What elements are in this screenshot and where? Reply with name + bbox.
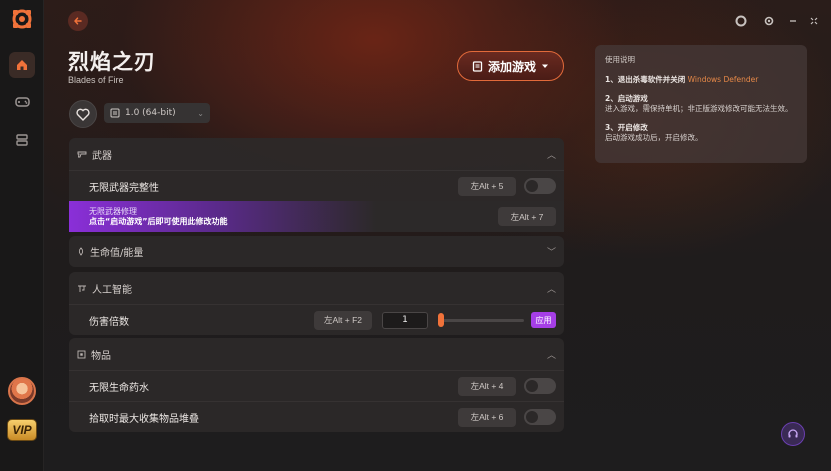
- step-title: 1、退出杀毒软件并关闭: [605, 75, 686, 84]
- cheat-label: 伤害倍数: [89, 316, 129, 328]
- chevron-down-icon: ⌄: [197, 108, 204, 118]
- section-ai-title: 人工智能: [92, 284, 132, 296]
- step-body: 进入游戏，需保持单机；非正版游戏修改可能无法生效。: [605, 104, 793, 113]
- step-title: 2、启动游戏: [605, 94, 648, 103]
- section-items-title: 物品: [91, 350, 111, 362]
- version-select[interactable]: 1.0 (64-bit) ⌄: [104, 103, 210, 123]
- locked-cheat-row: 无限武器修理 点击“启动游戏”后即可使用此修改功能 左Alt + 7: [69, 201, 564, 232]
- hotkey-button[interactable]: 左Alt + 6: [458, 407, 516, 427]
- damage-value-input[interactable]: 1: [382, 311, 428, 329]
- minimize-icon: [790, 20, 796, 22]
- hotkey-button[interactable]: 左Alt + 7: [498, 207, 556, 226]
- section-health-title: 生命值/能量: [90, 248, 144, 259]
- gun-icon: [77, 151, 87, 158]
- ai-icon: [78, 285, 86, 292]
- cheat-label: 无限生命药水: [89, 382, 149, 394]
- stack-icon: [16, 134, 28, 146]
- damage-slider[interactable]: [438, 313, 524, 327]
- instructions-panel: 使用说明 1、退出杀毒软件并关闭 Windows Defender 2、启动游戏…: [595, 45, 807, 163]
- chevron-up-icon: ︿: [546, 284, 556, 295]
- sidebar-item-home[interactable]: [9, 52, 35, 78]
- sidebar: VIP: [0, 0, 44, 471]
- theme-button[interactable]: [733, 13, 749, 29]
- flame-icon: [78, 247, 84, 256]
- hotkey-button[interactable]: 左Alt + 4: [458, 376, 516, 396]
- box-icon: [77, 350, 86, 358]
- platform-icon: [110, 108, 120, 118]
- cheat-label: 拾取时最大收集物品堆叠: [89, 413, 199, 425]
- apply-button[interactable]: 应用: [531, 312, 556, 328]
- hotkey-button[interactable]: 左Alt + F2: [314, 310, 372, 330]
- instruction-step: 1、退出杀毒软件并关闭 Windows Defender: [605, 75, 797, 85]
- section-weapons-title: 武器: [92, 150, 112, 162]
- cheat-row: 无限武器完整性 左Alt + 5: [69, 170, 564, 201]
- circle-icon: [735, 15, 747, 27]
- gamepad-icon: [14, 97, 30, 107]
- cheat-row: 伤害倍数 左Alt + F2 1 应用: [69, 304, 564, 335]
- book-icon: [472, 60, 483, 72]
- cheat-label: 无限武器完整性: [89, 182, 159, 194]
- vip-badge[interactable]: VIP: [7, 419, 37, 441]
- gear-icon: [764, 16, 774, 26]
- sidebar-item-games[interactable]: [9, 89, 35, 115]
- section-items-header[interactable]: 物品 ︿: [69, 338, 564, 370]
- headset-icon: [788, 429, 798, 438]
- cheat-row: 无限生命药水 左Alt + 4: [69, 370, 564, 401]
- settings-button[interactable]: [761, 13, 777, 29]
- caret-down-icon: [542, 64, 548, 68]
- home-icon: [17, 60, 27, 70]
- favorite-button[interactable]: [69, 100, 97, 128]
- app-logo-icon[interactable]: [11, 8, 33, 30]
- instruction-step: 2、启动游戏 进入游戏，需保持单机；非正版游戏修改可能无法生效。: [605, 94, 797, 114]
- minimize-button[interactable]: [785, 13, 801, 29]
- sidebar-item-library[interactable]: [9, 127, 35, 153]
- collapse-icon: [810, 17, 818, 25]
- cheat-toggle[interactable]: [524, 178, 556, 194]
- cheat-toggle[interactable]: [524, 378, 556, 394]
- slider-thumb[interactable]: [438, 313, 444, 327]
- arrow-left-icon: [73, 17, 82, 25]
- section-weapons: 武器 ︿ 无限武器完整性 左Alt + 5 无限武器修理 点击“启动游戏”后即可…: [69, 138, 564, 232]
- user-avatar[interactable]: [8, 377, 36, 405]
- section-ai-header[interactable]: 人工智能 ︿: [69, 272, 564, 304]
- section-health-header[interactable]: 生命值/能量 ﹀: [69, 236, 564, 267]
- slider-track: [438, 319, 524, 322]
- step-highlight: Windows Defender: [687, 75, 759, 84]
- support-button[interactable]: [781, 422, 805, 446]
- add-game-label: 添加游戏: [487, 59, 536, 74]
- shrink-button[interactable]: [806, 13, 822, 29]
- locked-cheat-label: 无限武器修理: [89, 206, 137, 216]
- section-items: 物品 ︿ 无限生命药水 左Alt + 4 拾取时最大收集物品堆叠 左Alt + …: [69, 338, 564, 432]
- section-health: 生命值/能量 ﹀: [69, 236, 564, 267]
- cheat-toggle[interactable]: [524, 409, 556, 425]
- step-title: 3、开启修改: [605, 123, 648, 132]
- heart-icon: [76, 108, 90, 121]
- version-label: 1.0 (64-bit): [125, 108, 176, 118]
- section-weapons-header[interactable]: 武器 ︿: [69, 138, 564, 170]
- chevron-up-icon: ︿: [546, 150, 556, 161]
- instruction-step: 3、开启修改 启动游戏成功后，开启修改。: [605, 123, 797, 143]
- instructions-title: 使用说明: [605, 55, 635, 64]
- cheat-row: 拾取时最大收集物品堆叠 左Alt + 6: [69, 401, 564, 432]
- game-subtitle: Blades of Fire: [68, 75, 124, 85]
- step-body: 启动游戏成功后，开启修改。: [605, 133, 703, 142]
- section-ai: 人工智能 ︿ 伤害倍数 左Alt + F2 1 应用: [69, 272, 564, 335]
- add-game-button[interactable]: 添加游戏: [457, 51, 564, 81]
- back-button[interactable]: [68, 11, 88, 31]
- hotkey-button[interactable]: 左Alt + 5: [458, 176, 516, 196]
- chevron-down-icon: ﹀: [546, 248, 556, 258]
- locked-cheat-notice: 点击“启动游戏”后即可使用此修改功能: [89, 216, 228, 226]
- game-title: 烈焰之刃: [68, 50, 156, 74]
- chevron-up-icon: ︿: [546, 350, 556, 361]
